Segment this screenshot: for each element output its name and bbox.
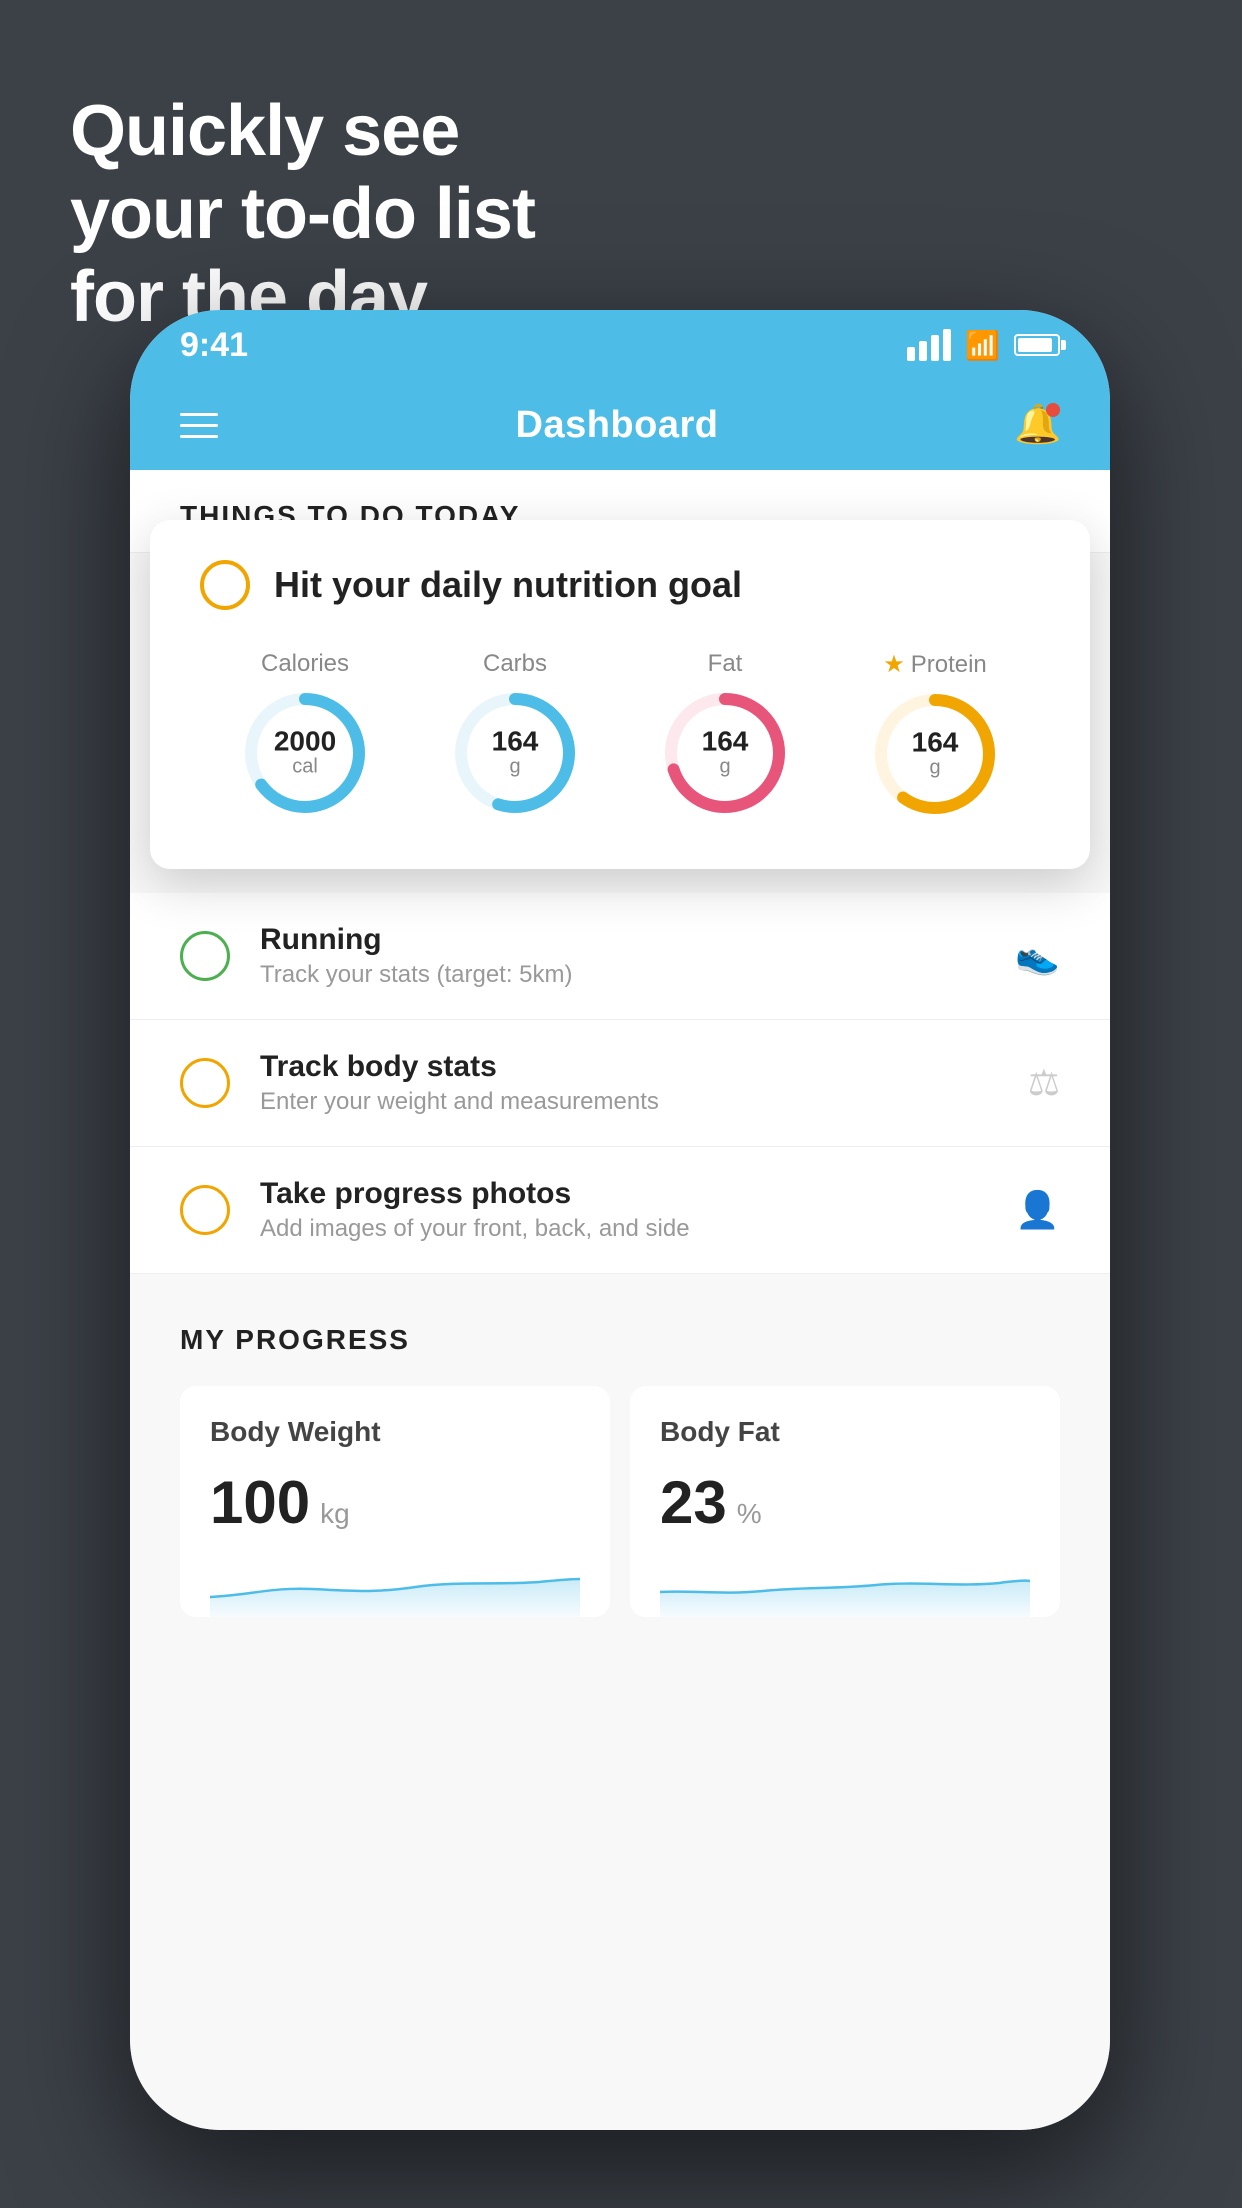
headline-line2: your to-do list	[70, 173, 535, 256]
carbs-label: Carbs	[483, 650, 547, 678]
body-weight-chart	[210, 1557, 580, 1617]
body-stats-info: Track body stats Enter your weight and m…	[260, 1050, 998, 1116]
status-time: 9:41	[180, 326, 248, 365]
signal-icon	[907, 329, 951, 361]
fat-label: Fat	[708, 650, 743, 678]
carbs-donut: 164 g	[450, 688, 580, 818]
page-background: Quickly see your to-do list for the day.…	[0, 0, 1242, 2208]
todo-running[interactable]: Running Track your stats (target: 5km) 👟	[130, 893, 1110, 1020]
calories-unit: cal	[274, 756, 336, 779]
menu-button[interactable]	[180, 413, 218, 438]
body-fat-unit: %	[737, 1498, 762, 1530]
nav-title: Dashboard	[516, 404, 719, 447]
nutrition-circles: Calories 2000 cal	[200, 650, 1040, 819]
carbs-unit: g	[492, 756, 539, 779]
body-fat-chart	[660, 1557, 1030, 1617]
protein-donut: 164 g	[870, 689, 1000, 819]
fat-unit: g	[702, 756, 749, 779]
phone-shell: 9:41 📶 Dashboard 🔔	[130, 310, 1110, 2130]
body-stats-name: Track body stats	[260, 1050, 998, 1084]
todo-body-stats[interactable]: Track body stats Enter your weight and m…	[130, 1020, 1110, 1147]
headline-line1: Quickly see	[70, 90, 535, 173]
todo-list: Running Track your stats (target: 5km) 👟…	[130, 893, 1110, 1274]
progress-photos-radio[interactable]	[180, 1185, 230, 1235]
calories-donut: 2000 cal	[240, 688, 370, 818]
running-sub: Track your stats (target: 5km)	[260, 961, 985, 989]
progress-photos-icon: 👤	[1015, 1189, 1060, 1231]
body-stats-radio[interactable]	[180, 1058, 230, 1108]
running-name: Running	[260, 923, 985, 957]
nutrition-radio[interactable]	[200, 560, 250, 610]
fat-value: 164	[702, 728, 749, 756]
body-weight-title: Body Weight	[210, 1416, 580, 1448]
status-icons: 📶	[907, 329, 1060, 362]
progress-photos-name: Take progress photos	[260, 1177, 985, 1211]
headline: Quickly see your to-do list for the day.	[70, 90, 535, 338]
nav-bar: Dashboard 🔔	[130, 380, 1110, 470]
notifications-button[interactable]: 🔔	[1016, 403, 1060, 447]
nutrition-card: Hit your daily nutrition goal Calories	[150, 520, 1090, 869]
notification-badge	[1046, 403, 1060, 417]
nutrition-protein: ★ Protein 164 g	[870, 650, 1000, 819]
calories-label: Calories	[261, 650, 349, 678]
protein-label: Protein	[911, 651, 987, 679]
progress-section-title: MY PROGRESS	[180, 1324, 1060, 1356]
body-stats-sub: Enter your weight and measurements	[260, 1088, 998, 1116]
body-stats-icon: ⚖	[1028, 1062, 1060, 1104]
body-fat-value-row: 23 %	[660, 1468, 1030, 1537]
progress-photos-info: Take progress photos Add images of your …	[260, 1177, 985, 1243]
nutrition-carbs: Carbs 164 g	[450, 650, 580, 818]
body-fat-value: 23	[660, 1468, 727, 1537]
carbs-value: 164	[492, 728, 539, 756]
body-weight-card: Body Weight 100 kg	[180, 1386, 610, 1617]
card-header: Hit your daily nutrition goal	[200, 560, 1040, 610]
calories-value: 2000	[274, 728, 336, 756]
battery-icon	[1014, 334, 1060, 356]
status-bar: 9:41 📶	[130, 310, 1110, 380]
star-icon: ★	[883, 650, 905, 679]
progress-cards: Body Weight 100 kg	[180, 1386, 1060, 1617]
running-radio[interactable]	[180, 931, 230, 981]
protein-label-row: ★ Protein	[883, 650, 987, 679]
app-content: THINGS TO DO TODAY Hit your daily nutrit…	[130, 470, 1110, 2130]
progress-section: MY PROGRESS Body Weight 100 kg	[130, 1274, 1110, 1647]
protein-value: 164	[912, 729, 959, 757]
nutrition-calories: Calories 2000 cal	[240, 650, 370, 818]
body-weight-value-row: 100 kg	[210, 1468, 580, 1537]
fat-donut: 164 g	[660, 688, 790, 818]
body-weight-value: 100	[210, 1468, 310, 1537]
protein-unit: g	[912, 757, 959, 780]
nutrition-fat: Fat 164 g	[660, 650, 790, 818]
nutrition-card-title: Hit your daily nutrition goal	[274, 564, 742, 606]
body-fat-title: Body Fat	[660, 1416, 1030, 1448]
progress-photos-sub: Add images of your front, back, and side	[260, 1215, 985, 1243]
running-info: Running Track your stats (target: 5km)	[260, 923, 985, 989]
running-icon: 👟	[1015, 935, 1060, 977]
body-weight-unit: kg	[320, 1498, 350, 1530]
body-fat-card: Body Fat 23 %	[630, 1386, 1060, 1617]
wifi-icon: 📶	[965, 329, 1000, 362]
todo-progress-photos[interactable]: Take progress photos Add images of your …	[130, 1147, 1110, 1274]
